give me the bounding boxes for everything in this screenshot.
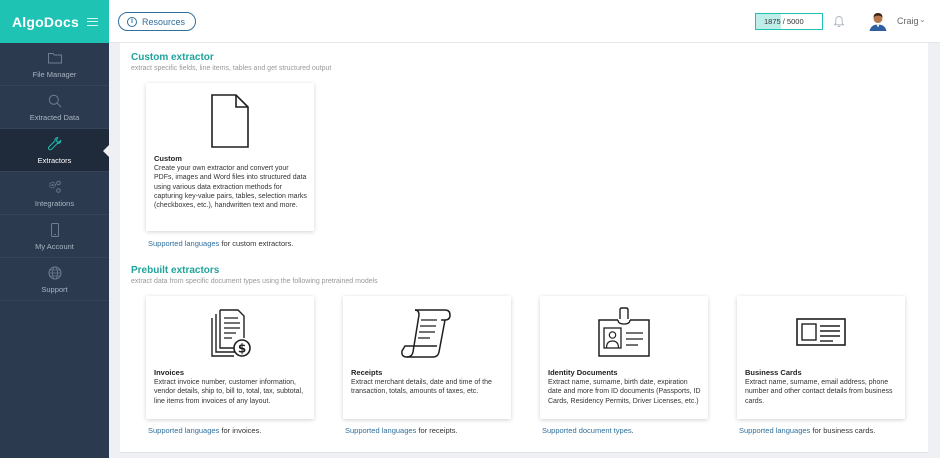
receipt-icon <box>401 309 451 358</box>
sidebar-item-label: File Manager <box>32 69 77 79</box>
support-text: for invoices. <box>219 426 262 435</box>
sidebar-item-label: Support <box>41 284 68 294</box>
supported-languages-link[interactable]: Supported languages <box>148 426 219 435</box>
custom-support-line: Supported languages for custom extractor… <box>148 239 294 248</box>
card-description: Extract name, surname, email address, ph… <box>745 379 893 405</box>
supported-document-types-link[interactable]: Supported document types <box>542 426 632 435</box>
logo-text: AlgoDocs <box>12 13 79 30</box>
custom-extractor-card[interactable]: Custom Create your own extractor and con… <box>146 83 314 231</box>
business-cards-support-line: Supported languages for business cards. <box>739 426 875 435</box>
search-icon <box>48 94 61 107</box>
svg-text:$: $ <box>238 342 246 356</box>
card-title: Custom <box>154 154 182 163</box>
supported-languages-link[interactable]: Supported languages <box>345 426 416 435</box>
identity-support-line: Supported document types. <box>542 426 634 435</box>
sidebar-item-label: Extractors <box>37 155 72 165</box>
card-description: Extract merchant details, date and time … <box>351 379 492 396</box>
invoice-icon: $ <box>211 309 251 357</box>
sidebar-item-my-account[interactable]: My Account <box>0 215 109 258</box>
invoices-card[interactable]: $ Invoices Extract invoice number, custo… <box>146 296 314 419</box>
sidebar: File Manager Extracted Data Extractors I… <box>0 43 109 458</box>
sidebar-item-label: Integrations <box>34 198 75 208</box>
globe-icon <box>48 266 61 279</box>
business-card-icon <box>796 318 846 346</box>
sidebar-item-label: My Account <box>35 241 74 251</box>
phone-icon <box>50 222 59 237</box>
receipts-card[interactable]: Receipts Extract merchant details, date … <box>343 296 511 419</box>
card-title: Business Cards <box>745 368 802 377</box>
blank-document-icon <box>211 94 249 148</box>
quota-text: 1875 / 5000 <box>764 17 804 26</box>
sidebar-item-support[interactable]: Support <box>0 258 109 301</box>
sidebar-item-extractors[interactable]: Extractors <box>0 129 109 172</box>
sidebar-item-integrations[interactable]: Integrations <box>0 172 109 215</box>
quota-meter: 1875 / 5000 <box>755 13 823 30</box>
sidebar-item-extracted-data[interactable]: Extracted Data <box>0 86 109 129</box>
sidebar-item-label: Extracted Data <box>29 112 80 122</box>
user-name[interactable]: Craig <box>897 16 919 26</box>
business-cards-card[interactable]: Business Cards Extract name, surname, em… <box>737 296 905 419</box>
card-description: Extract invoice number, customer informa… <box>154 379 304 405</box>
top-bar: i Resources 1875 / 5000 Craig ⌄ <box>109 0 940 43</box>
folder-icon <box>47 52 62 63</box>
prebuilt-section-subtitle: extract data from specific document type… <box>131 278 378 285</box>
menu-toggle-icon[interactable] <box>86 17 98 26</box>
support-text: for custom extractors. <box>219 239 294 248</box>
supported-languages-link[interactable]: Supported languages <box>148 239 219 248</box>
support-text: . <box>631 426 634 435</box>
bell-icon[interactable] <box>833 15 845 28</box>
card-title: Identity Documents <box>548 368 618 377</box>
wrench-icon <box>47 136 61 150</box>
avatar[interactable] <box>867 10 889 32</box>
resources-button[interactable]: i Resources <box>118 12 197 31</box>
app-logo[interactable]: AlgoDocs <box>0 0 109 43</box>
card-description: Extract name, surname, birth date, expir… <box>548 379 701 405</box>
extractors-panel: Custom extractor extract specific fields… <box>120 43 928 453</box>
receipts-support-line: Supported languages for receipts. <box>345 426 458 435</box>
sidebar-item-file-manager[interactable]: File Manager <box>0 43 109 86</box>
id-badge-icon <box>598 307 650 357</box>
info-icon: i <box>127 16 137 27</box>
prebuilt-section-title: Prebuilt extractors <box>131 265 220 276</box>
card-title: Receipts <box>351 368 383 377</box>
custom-section-title: Custom extractor <box>131 52 214 63</box>
supported-languages-link[interactable]: Supported languages <box>739 426 810 435</box>
card-title: Invoices <box>154 368 185 377</box>
chevron-down-icon[interactable]: ⌄ <box>919 15 926 24</box>
support-text: for business cards. <box>810 426 876 435</box>
card-description: Create your own extractor and convert yo… <box>154 165 307 210</box>
support-text: for receipts. <box>416 426 458 435</box>
invoices-support-line: Supported languages for invoices. <box>148 426 261 435</box>
custom-section-subtitle: extract specific fields, line items, tab… <box>131 65 332 72</box>
resources-label: Resources <box>142 16 186 27</box>
identity-documents-card[interactable]: Identity Documents Extract name, surname… <box>540 296 708 419</box>
gears-icon <box>48 180 61 193</box>
